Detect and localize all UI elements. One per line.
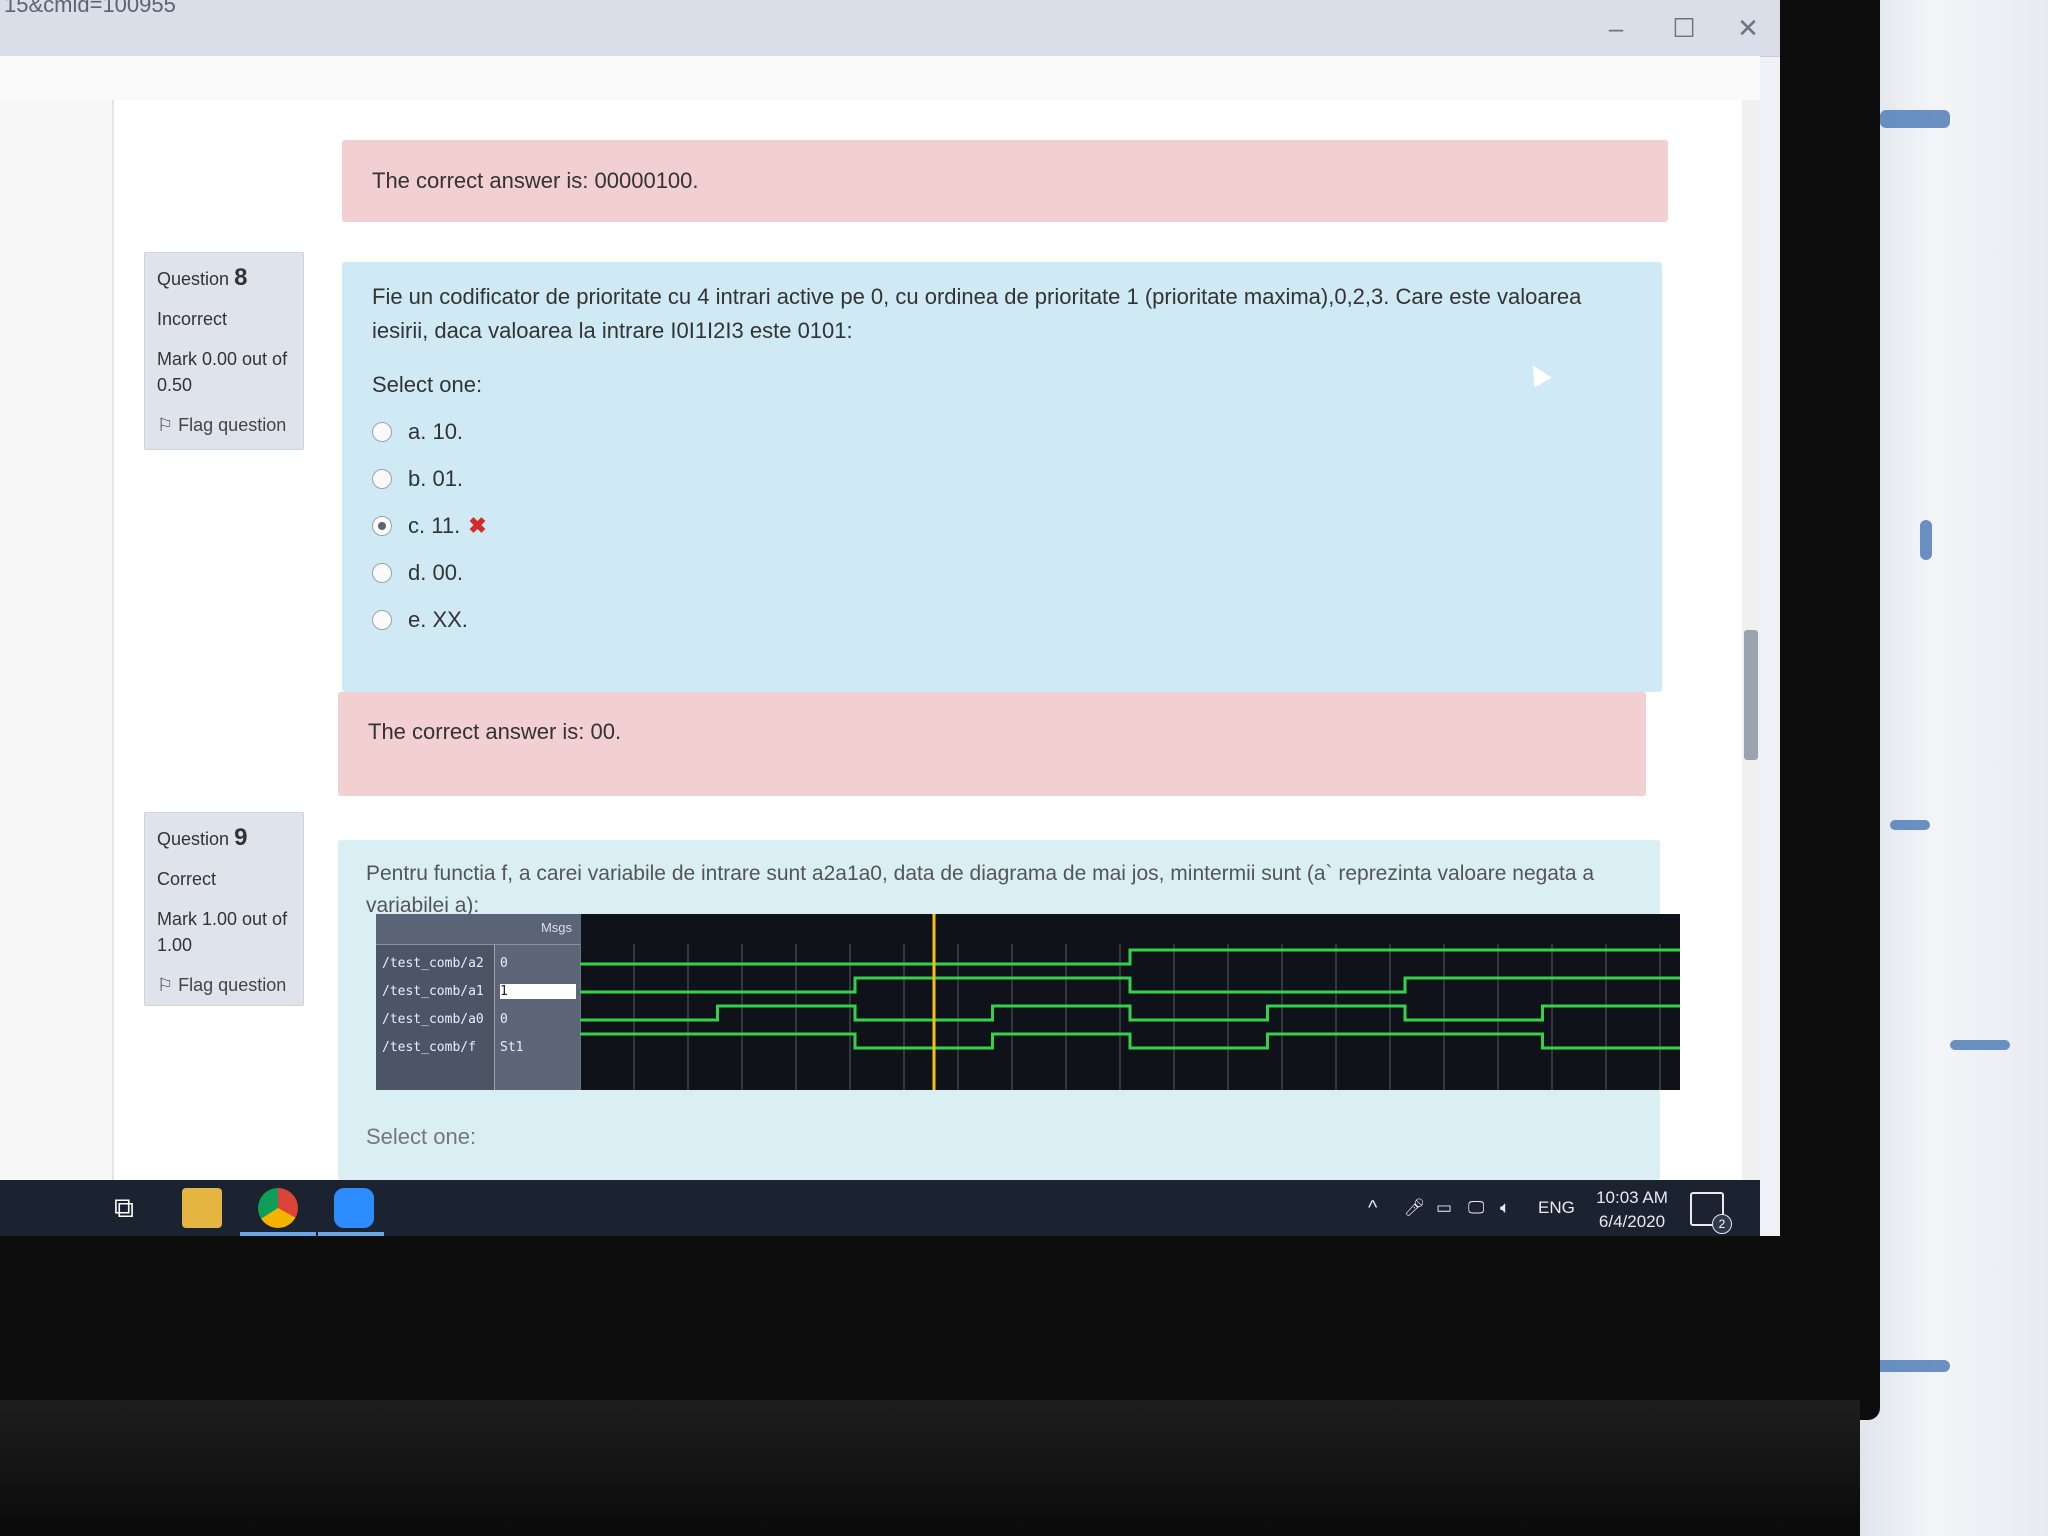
- signal-a0-name: /test_comb/a0: [382, 1012, 484, 1027]
- signal-a2-name: /test_comb/a2: [382, 956, 484, 971]
- q9-flag-question[interactable]: ⚐ Flag question: [157, 972, 291, 998]
- q9-info-panel: Question 9 Correct Mark 1.00 out of 1.00…: [144, 812, 304, 1006]
- zoom-icon[interactable]: [334, 1188, 374, 1228]
- page-header-band: [0, 56, 1760, 101]
- language-indicator[interactable]: ENG: [1538, 1180, 1575, 1236]
- laptop-base: [0, 1400, 1860, 1536]
- browser-titlebar: 15&cmid=100955 – ☐ ✕: [0, 0, 1780, 57]
- q8-number: Question 8: [157, 264, 248, 291]
- taskbar-clock[interactable]: 10:03 AM 6/4/2020: [1592, 1186, 1672, 1234]
- radio-button[interactable]: [372, 562, 392, 583]
- q9-state: Correct: [157, 869, 217, 889]
- microphone-icon[interactable]: 🎤︎: [1404, 1180, 1426, 1236]
- battery-icon[interactable]: ▭: [1436, 1180, 1452, 1236]
- q8-option-4[interactable]: e. XX.: [372, 596, 1632, 643]
- chrome-icon[interactable]: [258, 1188, 298, 1228]
- incorrect-x-icon: ✖: [468, 512, 487, 538]
- maximize-icon[interactable]: ☐: [1664, 10, 1704, 46]
- radio-button[interactable]: [372, 609, 392, 630]
- signal-f-value: St1: [500, 1040, 524, 1055]
- windows-taskbar: ⧉ ^ 🎤︎ ▭ 🖵︎ 🔈︎ ENG 10:03 AM 6/4/2020 2: [0, 1180, 1760, 1236]
- option-label: b. 01.: [408, 465, 464, 491]
- file-explorer-icon[interactable]: [182, 1188, 222, 1228]
- q8-correct-answer-feedback: The correct answer is: 00.: [338, 692, 1646, 796]
- waveform-msgs-label: Msgs: [540, 920, 572, 935]
- q8-option-2[interactable]: c. 11. ✖: [372, 502, 1632, 549]
- close-icon[interactable]: ✕: [1728, 10, 1768, 46]
- q7-feedback-text: The correct answer is: 00000100.: [372, 168, 699, 193]
- zoom-active-indicator: [318, 1232, 384, 1236]
- scrollbar-thumb[interactable]: [1744, 630, 1758, 760]
- signal-a0-value: 0: [500, 1012, 508, 1027]
- volume-icon[interactable]: 🔈︎: [1500, 1180, 1510, 1236]
- signal-trace-2: [580, 1004, 1680, 1022]
- url-fragment: 15&cmid=100955: [4, 0, 176, 17]
- q7-correct-answer-feedback: The correct answer is: 00000100.: [342, 140, 1668, 222]
- left-gutter: [0, 100, 114, 1180]
- radio-button[interactable]: [372, 515, 392, 536]
- signal-a1-value: 1: [500, 984, 576, 999]
- show-hidden-icons-chevron-icon[interactable]: ^: [1368, 1180, 1377, 1236]
- signal-a1-name: /test_comb/a1: [382, 984, 484, 999]
- radio-button[interactable]: [372, 468, 392, 489]
- q9-number: Question 9: [157, 824, 248, 851]
- option-label: c. 11.: [408, 512, 461, 538]
- q9-question-text: Pentru functia f, a carei variabile de i…: [366, 862, 1595, 917]
- q8-flag-question[interactable]: ⚐ Flag question: [157, 412, 291, 438]
- signal-f-name: /test_comb/f: [382, 1040, 476, 1055]
- q8-question-box: Fie un codificator de prioritate cu 4 in…: [342, 262, 1662, 692]
- notification-count: 2: [1712, 1214, 1732, 1234]
- clock-time: 10:03 AM: [1596, 1188, 1668, 1207]
- q9-select-one: Select one:: [366, 1124, 477, 1149]
- network-icon[interactable]: 🖵︎: [1468, 1180, 1484, 1236]
- page-scrollbar[interactable]: [1742, 100, 1760, 1180]
- notification-center-icon[interactable]: 2: [1690, 1192, 1732, 1234]
- flag-icon: ⚐: [157, 415, 174, 435]
- task-view-icon[interactable]: ⧉: [104, 1188, 144, 1228]
- q8-feedback-text: The correct answer is: 00.: [368, 719, 622, 744]
- signal-trace-3: [580, 1032, 1680, 1050]
- chrome-active-indicator: [240, 1232, 316, 1236]
- q8-options-list: a. 10. b. 01. c. 11. ✖ d. 00. e. XX.: [372, 408, 1632, 643]
- clock-date: 6/4/2020: [1598, 1212, 1666, 1231]
- background-curtain: [1860, 0, 2048, 1536]
- q8-info-panel: Question 8 Incorrect Mark 0.00 out of 0.…: [144, 252, 304, 450]
- flag-icon: ⚐: [157, 975, 174, 995]
- option-label: e. XX.: [408, 606, 468, 632]
- signal-trace-1: [580, 976, 1680, 994]
- q9-mark: Mark 1.00 out of 1.00: [157, 909, 288, 955]
- screen: 15&cmid=100955 – ☐ ✕ The correct answer …: [0, 0, 1780, 1236]
- option-label: d. 00.: [408, 559, 464, 585]
- q8-state: Incorrect: [157, 309, 228, 329]
- q8-option-3[interactable]: d. 00.: [372, 549, 1632, 596]
- minimize-icon[interactable]: –: [1596, 10, 1636, 46]
- q8-option-0[interactable]: a. 10.: [372, 408, 1632, 455]
- q8-mark: Mark 0.00 out of 0.50: [157, 349, 288, 395]
- signal-trace-0: [580, 948, 1680, 966]
- waveform-header: Msgs: [376, 914, 580, 945]
- q8-option-1[interactable]: b. 01.: [372, 455, 1632, 502]
- signal-a2-value: 0: [500, 956, 508, 971]
- waveform-diagram: Msgs /test_comb/a2 /test_comb/a1 /test_c…: [376, 914, 1680, 1090]
- waveform-traces: [580, 914, 1680, 1090]
- option-label: a. 10.: [408, 418, 464, 444]
- q8-select-one: Select one:: [372, 372, 483, 397]
- q8-question-text: Fie un codificator de prioritate cu 4 in…: [372, 284, 1582, 343]
- radio-button[interactable]: [372, 421, 392, 442]
